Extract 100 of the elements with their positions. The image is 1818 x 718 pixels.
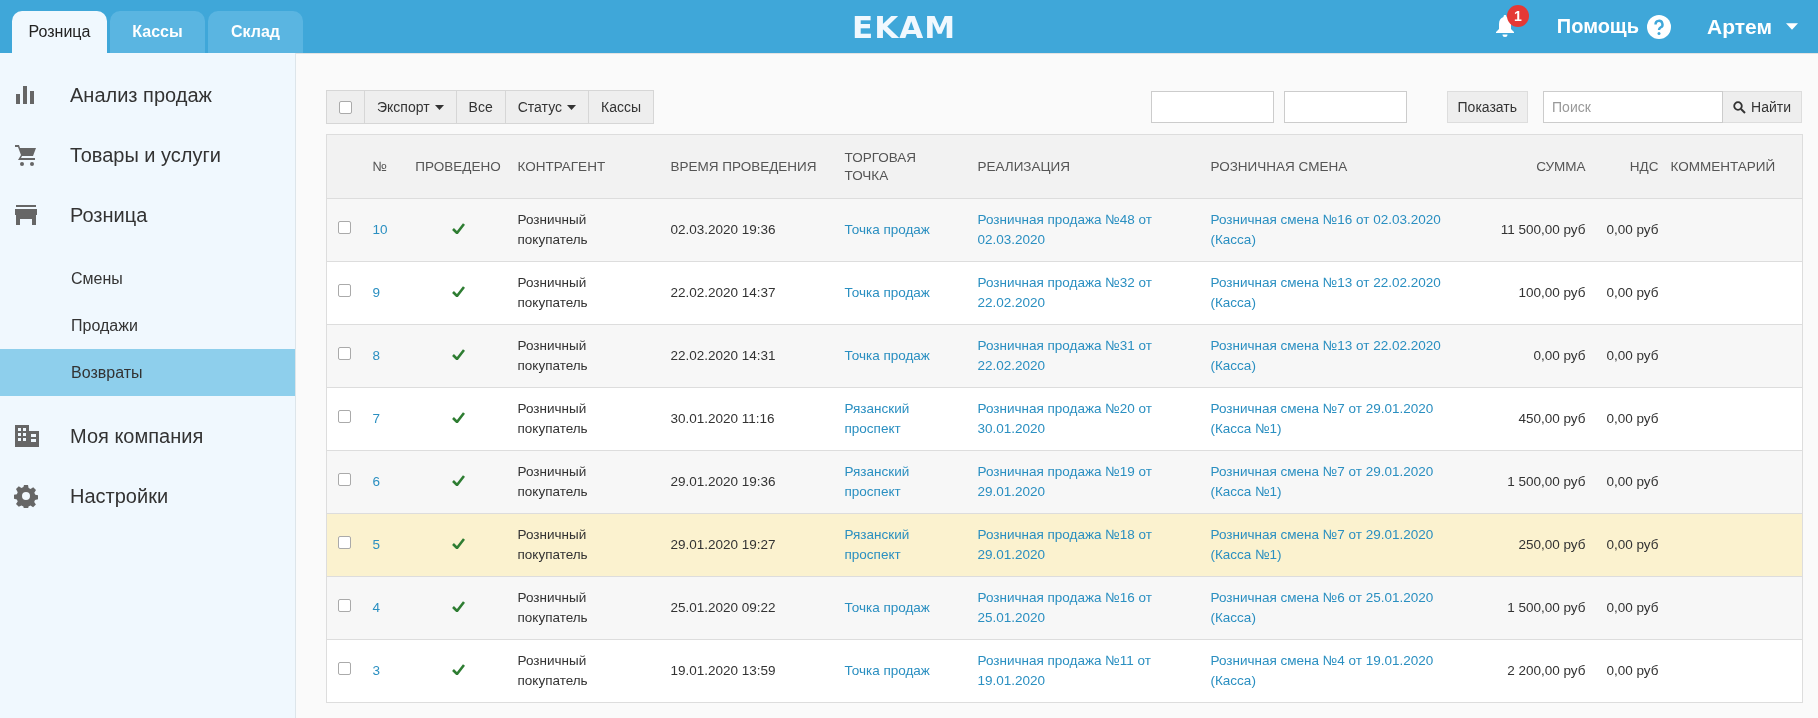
table-cell: 0,00 руб — [1606, 474, 1659, 490]
table-link[interactable]: Розничная смена №13 от 22.02.2020 (Касса) — [1210, 273, 1470, 313]
table-link[interactable]: Розничная смена №4 от 19.01.2020 (Касса) — [1210, 651, 1470, 691]
notification-badge: 1 — [1506, 4, 1529, 27]
sidebar-item[interactable]: Анализ продаж — [0, 65, 295, 125]
cart-icon — [14, 143, 38, 167]
table-link[interactable]: Розничная продажа №31 от 22.02.2020 — [977, 336, 1199, 376]
table-link[interactable]: Розничная продажа №16 от 25.01.2020 — [977, 588, 1199, 628]
search-field[interactable]: Поиск — [1543, 91, 1724, 123]
user-menu[interactable]: Артем — [1707, 14, 1798, 39]
table-cell: 02.03.2020 19:36 — [670, 222, 776, 238]
sidebar-item[interactable]: Настройки — [0, 466, 295, 526]
column-header: ТОРГОВАЯ ТОЧКА — [838, 134, 972, 199]
table-row[interactable]: 4 Розничный покупатель 25.01.2020 09:22 Точка продаж Розничная продажа №16 от 25.01.2020 Розничная смена №6 от 25.01.2020 (Касса) 1 500,00 руб 0,00 руб — [326, 576, 1803, 640]
table-row[interactable]: 10 Розничный покупатель 02.03.2020 19:36 Точка продаж Розничная продажа №48 от 02.03.2020 Розничная смена №16 от 02.03.2020 (Касса) 11 500,00 руб 0,00 руб — [326, 198, 1803, 262]
date-to-field[interactable] — [1283, 91, 1407, 123]
row-checkbox[interactable] — [338, 347, 352, 361]
table-link[interactable]: 4 — [372, 600, 380, 616]
sidebar-item[interactable]: Моя компания — [0, 406, 295, 466]
table-cell: 29.01.2020 19:36 — [670, 474, 776, 490]
store-icon — [14, 204, 38, 226]
table-cell: 22.02.2020 14:31 — [670, 348, 776, 364]
row-checkbox[interactable] — [338, 221, 352, 235]
nav-tab[interactable]: Кассы — [110, 11, 205, 53]
table-link[interactable]: Точка продаж — [844, 346, 966, 366]
table-row[interactable]: 3 Розничный покупатель 19.01.2020 13:59 Точка продаж Розничная продажа №11 от 19.01.2020 Розничная смена №4 от 19.01.2020 (Касса) 2 200,00 руб 0,00 руб — [326, 639, 1803, 703]
table-cell: 1 500,00 руб — [1507, 600, 1586, 616]
table-cell: 25.01.2020 09:22 — [670, 600, 776, 616]
table-link[interactable]: 6 — [372, 474, 380, 490]
table-link[interactable]: Розничная продажа №19 от 29.01.2020 — [977, 462, 1199, 502]
row-checkbox[interactable] — [338, 662, 352, 676]
table-cell: 0,00 руб — [1606, 411, 1659, 427]
row-checkbox[interactable] — [338, 473, 352, 487]
select-all-checkbox[interactable] — [339, 100, 352, 114]
table-link[interactable]: Точка продаж — [844, 283, 966, 303]
table-link[interactable]: 3 — [372, 663, 380, 679]
column-header: РЕАЛИЗАЦИЯ — [971, 134, 1205, 199]
table-link[interactable]: Рязанский проспект — [844, 399, 966, 439]
table-link[interactable]: Точка продаж — [844, 598, 966, 618]
table-link[interactable]: Розничная продажа №32 от 22.02.2020 — [977, 273, 1199, 313]
table-link[interactable]: Розничная смена №7 от 29.01.2020 (Касса №1) — [1210, 462, 1470, 502]
row-checkbox[interactable] — [338, 410, 352, 424]
column-header: РОЗНИЧНАЯ СМЕНА — [1204, 134, 1476, 199]
table-link[interactable]: Розничная смена №16 от 02.03.2020 (Касса) — [1210, 210, 1470, 250]
table-cell: 22.02.2020 14:37 — [670, 285, 776, 301]
column-header: КОММЕНТАРИЙ — [1664, 134, 1803, 199]
building-icon — [14, 424, 40, 448]
settings-icon — [14, 484, 38, 508]
bell-icon — [1494, 14, 1515, 37]
table-cell-text: Розничный покупатель — [517, 652, 589, 690]
table-link[interactable]: Рязанский проспект — [844, 462, 966, 502]
table-link[interactable]: Розничная смена №13 от 22.02.2020 (Касса) — [1210, 336, 1470, 376]
table-cell-text: Розничный покупатель — [517, 526, 589, 564]
table-link[interactable]: 9 — [372, 285, 380, 301]
table-link[interactable]: Розничная продажа №18 от 29.01.2020 — [977, 525, 1199, 565]
table-link[interactable]: 5 — [372, 537, 380, 553]
table-cell-text: Розничный покупатель — [517, 589, 589, 627]
logo: EKAM — [852, 9, 957, 45]
row-checkbox[interactable] — [338, 284, 352, 298]
table-cell: 2 200,00 руб — [1507, 663, 1586, 679]
table-cell: 0,00 руб — [1606, 348, 1659, 364]
table-row[interactable]: 8 Розничный покупатель 22.02.2020 14:31 Точка продаж Розничная продажа №31 от 22.02.2020 Розничная смена №13 от 22.02.2020 (Касса) 0,00 руб 0,00 руб — [326, 324, 1803, 388]
row-checkbox[interactable] — [338, 599, 352, 613]
table-link[interactable]: Розничная продажа №20 от 30.01.2020 — [977, 399, 1199, 439]
sidebar-subitem[interactable]: Продажи — [0, 302, 295, 349]
find-button[interactable]: Найти — [1723, 91, 1802, 123]
table-link[interactable]: Розничная смена №7 от 29.01.2020 (Касса №1) — [1210, 525, 1470, 565]
table-cell-text: Розничный покупатель — [517, 274, 589, 312]
table-link[interactable]: Точка продаж — [844, 661, 966, 681]
table-link[interactable]: Розничная смена №6 от 25.01.2020 (Касса) — [1210, 588, 1470, 628]
date-from-field[interactable] — [1150, 91, 1274, 123]
row-checkbox[interactable] — [338, 536, 352, 550]
table-cell-text: Розничный покупатель — [517, 211, 589, 249]
table-link[interactable]: Розничная продажа №11 от 19.01.2020 — [977, 651, 1199, 691]
table-cell: 100,00 руб — [1518, 285, 1586, 301]
table-link[interactable]: Точка продаж — [844, 220, 966, 240]
table-link[interactable]: 8 — [372, 348, 380, 364]
table-cell: 250,00 руб — [1518, 537, 1586, 553]
table-cell: 0,00 руб — [1606, 285, 1659, 301]
table-link[interactable]: Рязанский проспект — [844, 525, 966, 565]
table-link[interactable]: 7 — [372, 411, 380, 427]
sidebar-subitem[interactable]: Возвраты — [0, 349, 295, 396]
sidebar-item[interactable]: Товары и услуги — [0, 125, 295, 185]
table-row[interactable]: 6 Розничный покупатель 29.01.2020 19:36 Рязанский проспект Розничная продажа №19 от 29.01.2020 Розничная смена №7 от 29.01.2020 (Касса №1) 1 500,00 руб 0,00 руб — [326, 450, 1803, 514]
table-cell: 0,00 руб — [1606, 537, 1659, 553]
help-button[interactable]: Помощь — [1556, 14, 1672, 39]
nav-tab[interactable]: Склад — [208, 11, 303, 53]
sidebar-subitem[interactable]: Смены — [0, 255, 295, 302]
table-cell: 0,00 руб — [1606, 663, 1659, 679]
table-link[interactable]: Розничная продажа №48 от 02.03.2020 — [977, 210, 1199, 250]
table-row[interactable]: 9 Розничный покупатель 22.02.2020 14:37 Точка продаж Розничная продажа №32 от 22.02.2020 Розничная смена №13 от 22.02.2020 (Касса) 100,00 руб 0,00 руб — [326, 261, 1803, 325]
show-button[interactable]: Показать — [1446, 91, 1529, 123]
sidebar-item[interactable]: Розница — [0, 185, 295, 245]
table-link[interactable]: 10 — [372, 222, 388, 238]
column-header: ПРОВЕДЕНО — [404, 134, 512, 199]
highlighted-row[interactable]: 5 Розничный покупатель 29.01.2020 19:27 Рязанский проспект Розничная продажа №18 от 29.01.2020 Розничная смена №7 от 29.01.2020 (Касса №1) 250,00 руб 0,00 руб — [326, 513, 1803, 577]
table-cell-text: Розничный покупатель — [517, 463, 589, 501]
table-row[interactable]: 7 Розничный покупатель 30.01.2020 11:16 Рязанский проспект Розничная продажа №20 от 30.01.2020 Розничная смена №7 от 29.01.2020 (Касса №1) 450,00 руб 0,00 руб — [326, 387, 1803, 451]
table-link[interactable]: Розничная смена №7 от 29.01.2020 (Касса №1) — [1210, 399, 1470, 439]
nav-tab[interactable]: Розница — [12, 11, 107, 53]
